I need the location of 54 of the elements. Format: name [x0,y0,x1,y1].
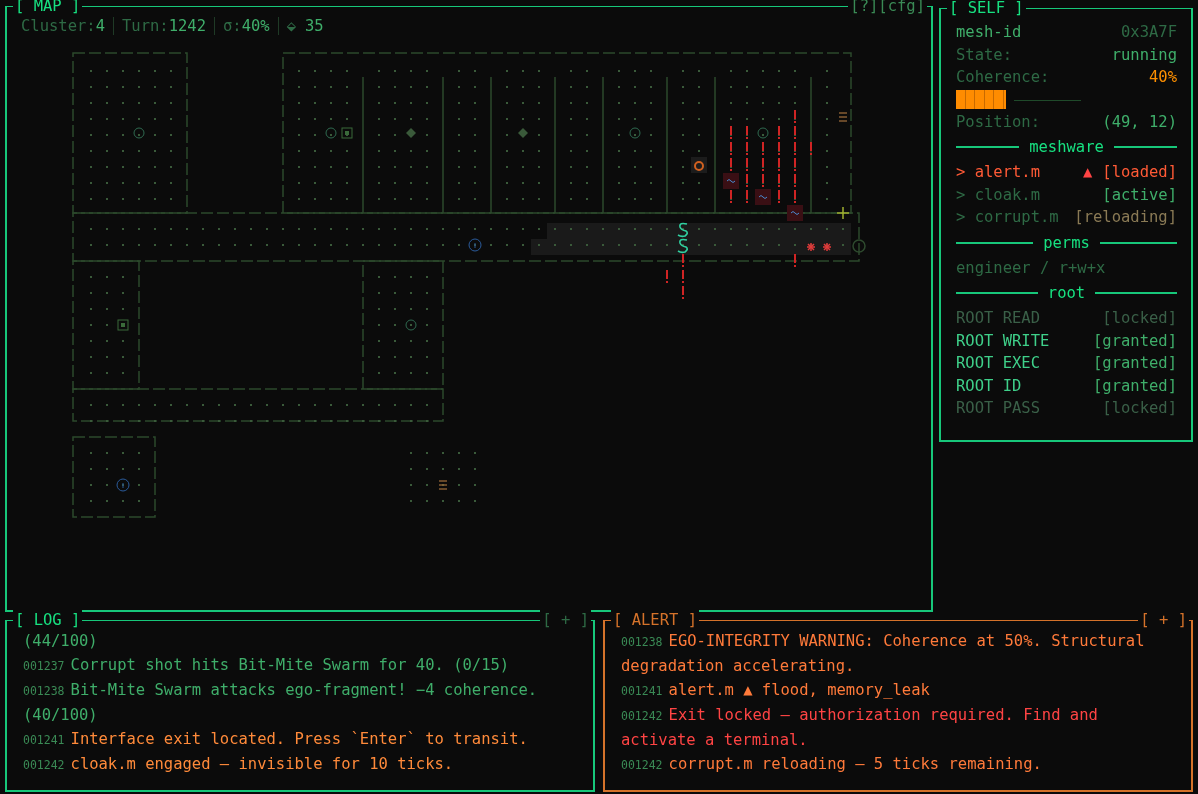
permission-status: [granted] [1093,375,1177,397]
map-title: [ MAP ] [13,0,83,16]
permission-status: [locked] [1102,398,1177,419]
module-name[interactable]: > cloak.m [956,183,1040,206]
field-value: (49, 12) [1102,111,1177,133]
field-label: mesh-id [956,22,1022,43]
self-title: [ SELF ] [947,0,1026,18]
section-title: root [1047,283,1086,304]
permission-name: ROOT EXEC [956,353,1040,374]
module-status: [active] [1102,184,1177,206]
permission-name: ROOT PASS [956,398,1040,419]
expand-button[interactable]: [ + ] [540,610,591,630]
field-value: 0x3A7F [1121,22,1177,43]
stat-value: 1242 [168,17,206,35]
log-entry: 001242 cloak.m engaged — invisible for 10 ticks. [23,754,455,775]
stat-label: Cluster: [21,17,96,35]
log-entry: 001238 Bit-Mite Swarm attacks ego-fragment! −4 coherence. (40/100) [23,680,539,726]
help-button[interactable]: [?] [850,0,879,16]
field-label: State: [956,44,1012,66]
permission-name: ROOT WRITE [956,330,1050,352]
log-entry: 001237 Corrupt shot hits Bit-Mite Swarm for 40. (0/15) [23,655,511,676]
log-entry: 001241 Interface exit located. Press `Enter` to transit. [23,729,529,750]
warning-icon: ▲ [1083,161,1093,184]
perms-text: engineer / r+w+x [956,257,1106,279]
stat-label: σ: [223,17,242,35]
permission-status: [granted] [1093,353,1177,374]
expand-button[interactable]: [ + ] [1138,610,1189,630]
permission-status: [locked] [1102,308,1177,329]
field-label: Coherence: [956,67,1050,88]
module-name[interactable]: > corrupt.m [956,206,1059,229]
section-title: meshware [1029,137,1104,158]
stat-value: 40% [241,17,270,35]
currency-icon: ⬙ [286,17,296,35]
stat-label: Turn: [122,17,169,35]
alert-title: [ ALERT ] [611,610,699,630]
log-entry: 001241 alert.m ▲ flood, memory_leak [621,680,931,701]
module-status: [reloading] [1074,207,1177,228]
permission-name: ROOT ID [956,375,1022,397]
log-entry: 001242 corrupt.m reloading — 5 ticks remaining. [621,754,1043,775]
permission-status: [granted] [1093,330,1177,352]
stat-value: 4 [95,17,105,35]
module-status: [loaded] [1102,162,1177,183]
log-entry: 001238 EGO-INTEGRITY WARNING: Coherence at 50%. Structural degradation accelerating. [621,631,1146,677]
config-button[interactable]: [cfg] [878,0,925,16]
stat-value: 35 [305,17,324,35]
permission-name: ROOT READ [956,308,1040,329]
log-title: [ LOG ] [13,610,83,630]
field-value: running [1111,44,1177,66]
module-name[interactable]: > alert.m [956,161,1040,184]
log-entry: (44/100) [23,631,99,652]
field-value: 40% [1149,67,1177,88]
section-title: perms [1043,232,1090,254]
field-label: Position: [956,111,1040,133]
log-entry: 001242 Exit locked — authorization required. Find and activate a terminal. [621,705,1099,751]
